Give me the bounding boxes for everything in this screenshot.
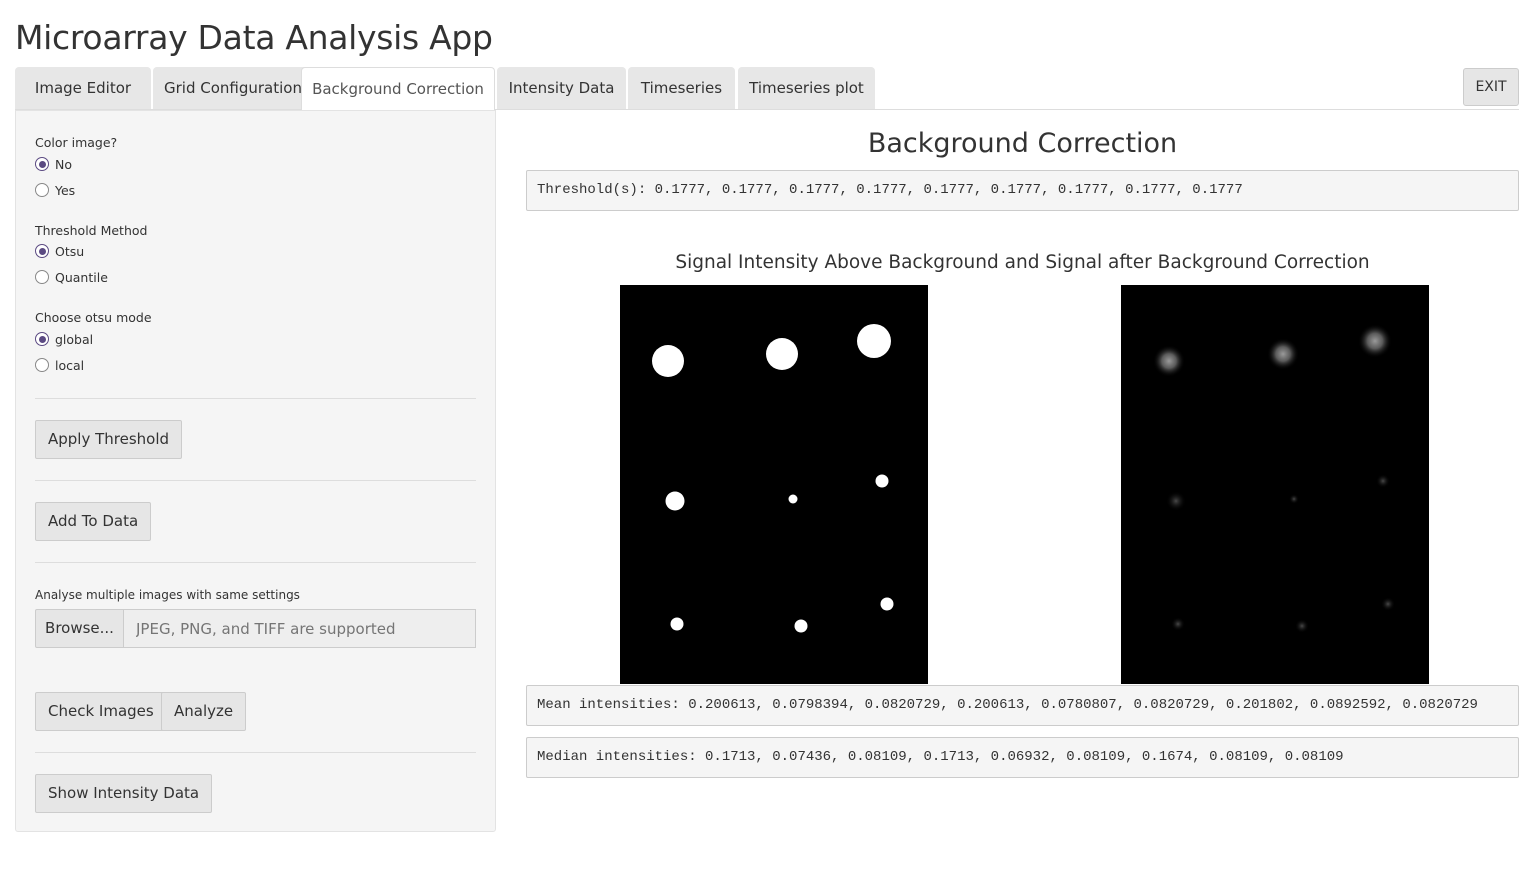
radio-checked-icon xyxy=(35,157,49,171)
radio-otsu-local[interactable]: local xyxy=(35,356,84,374)
add-to-data-button[interactable]: Add To Data xyxy=(35,502,152,541)
radio-unchecked-icon xyxy=(35,358,49,372)
tab-bar: Image Editor Grid Configuration Backgrou… xyxy=(15,67,1519,111)
color-image-label: Color image? xyxy=(35,135,118,150)
divider xyxy=(35,752,476,753)
radio-checked-icon xyxy=(35,332,49,346)
radio-unchecked-icon xyxy=(35,270,49,284)
sidebar-panel: Color image? No Yes Threshold Method Ots… xyxy=(15,110,496,832)
exit-button[interactable]: EXIT xyxy=(1463,68,1519,106)
tab-intensity-data[interactable]: Intensity Data xyxy=(497,67,626,109)
radio-checked-icon xyxy=(35,244,49,258)
tab-background-correction[interactable]: Background Correction xyxy=(301,67,495,111)
radio-color-no[interactable]: No xyxy=(35,155,72,173)
radio-label: No xyxy=(55,156,72,172)
threshold-output: Threshold(s): 0.1777, 0.1777, 0.1777, 0.… xyxy=(526,170,1519,211)
radio-label: local xyxy=(55,357,85,373)
plot-title: Signal Intensity Above Background and Si… xyxy=(675,252,1370,273)
section-title: Background Correction xyxy=(867,128,1178,159)
thresholded-signal-image xyxy=(620,285,928,684)
analyze-button[interactable]: Analyze xyxy=(161,692,247,731)
show-intensity-data-button[interactable]: Show Intensity Data xyxy=(35,774,213,813)
tab-timeseries[interactable]: Timeseries xyxy=(628,67,735,109)
divider xyxy=(35,480,476,481)
browse-button[interactable]: Browse... xyxy=(35,609,124,648)
mean-intensities-output: Mean intensities: 0.200613, 0.0798394, 0… xyxy=(526,685,1519,726)
threshold-method-label: Threshold Method xyxy=(35,223,148,238)
apply-threshold-button[interactable]: Apply Threshold xyxy=(35,420,183,459)
median-intensities-output: Median intensities: 0.1713, 0.07436, 0.0… xyxy=(526,737,1519,778)
divider xyxy=(35,562,476,563)
divider xyxy=(35,398,476,399)
radio-label: Yes xyxy=(55,182,76,198)
tab-image-editor[interactable]: Image Editor xyxy=(15,67,151,109)
file-input: Browse... xyxy=(35,609,476,648)
tab-timeseries-plot[interactable]: Timeseries plot xyxy=(738,67,875,109)
radio-color-yes[interactable]: Yes xyxy=(35,181,75,199)
radio-label: Otsu xyxy=(55,243,85,259)
background-corrected-image xyxy=(1121,285,1429,684)
otsu-mode-label: Choose otsu mode xyxy=(35,310,152,325)
radio-unchecked-icon xyxy=(35,183,49,197)
radio-method-otsu[interactable]: Otsu xyxy=(35,242,84,260)
tab-grid-configuration[interactable]: Grid Configuration xyxy=(153,67,313,109)
radio-method-quantile[interactable]: Quantile xyxy=(35,268,108,286)
multi-image-label: Analyse multiple images with same settin… xyxy=(35,588,300,602)
app-title: Microarray Data Analysis App xyxy=(15,18,493,57)
check-images-button[interactable]: Check Images xyxy=(35,692,167,731)
radio-label: global xyxy=(55,331,94,347)
radio-otsu-global[interactable]: global xyxy=(35,330,93,348)
radio-label: Quantile xyxy=(55,269,108,285)
file-name-field[interactable] xyxy=(124,609,476,648)
